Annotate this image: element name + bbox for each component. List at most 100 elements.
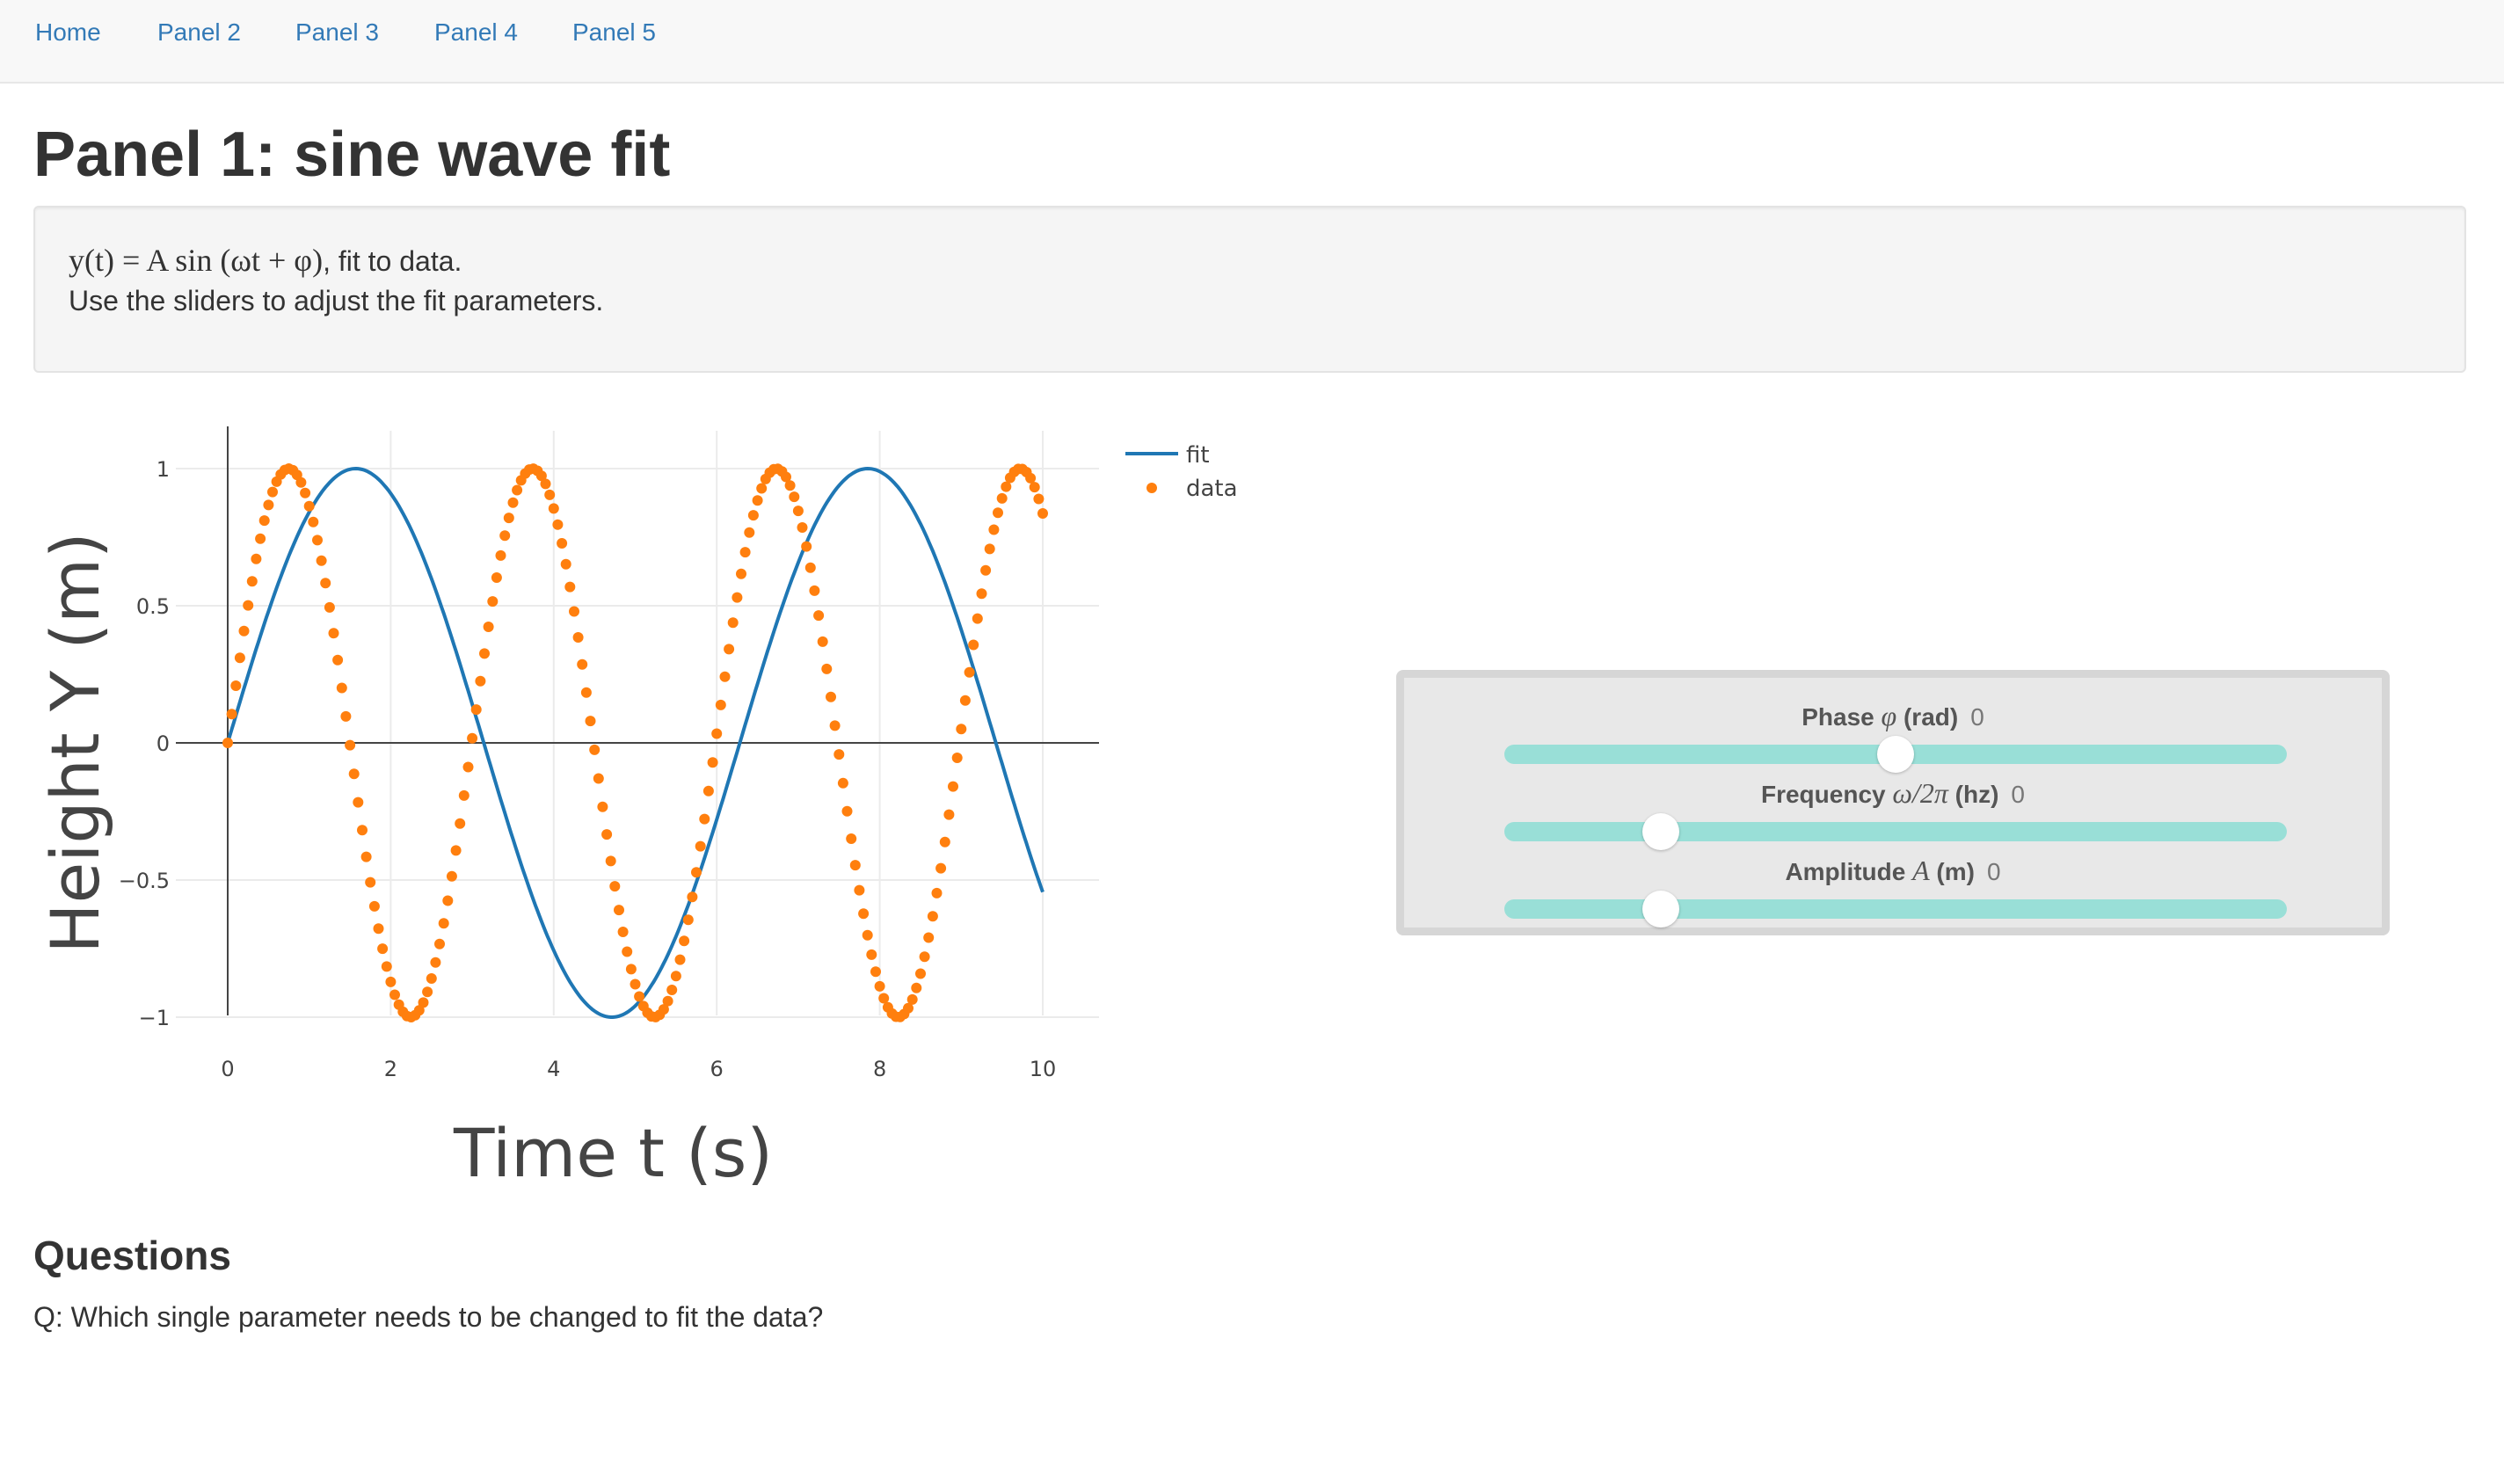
data-point (980, 564, 992, 576)
data-point (328, 628, 339, 639)
data-point (715, 699, 726, 710)
data-point (577, 658, 588, 670)
x-tick-label: 10 (1030, 1057, 1057, 1081)
data-point (442, 895, 454, 906)
data-point (548, 503, 559, 514)
data-point (707, 757, 718, 768)
nav-link-panel-2[interactable]: Panel 2 (157, 18, 241, 47)
data-point (948, 781, 958, 792)
data-point (719, 671, 731, 682)
data-point (617, 927, 629, 937)
data-point (357, 825, 368, 836)
data-point (792, 506, 804, 517)
data-point (841, 805, 853, 817)
data-point (870, 966, 881, 978)
data-point (222, 738, 233, 748)
legend-data-swatch (1146, 483, 1157, 493)
data-point (381, 961, 392, 972)
data-point (833, 749, 845, 760)
data-point (340, 710, 352, 722)
sine-fit-chart[interactable]: 0 2 4 6 8 10 1 0.5 0 −0.5 −1 Time t (s) Height Y (… (0, 387, 1301, 1222)
data-point (1037, 508, 1048, 519)
data-point (295, 476, 307, 488)
data-point (670, 971, 681, 982)
y-tick-label: −1 (139, 1006, 170, 1030)
data-point (426, 973, 437, 984)
x-tick-label: 2 (384, 1057, 397, 1081)
data-point (1033, 493, 1045, 505)
data-point (368, 900, 380, 912)
axes (176, 426, 1099, 1015)
nav-link-panel-3[interactable]: Panel 3 (295, 18, 379, 47)
data-point (817, 636, 828, 647)
question-1: Q: Which single parameter needs to be ch… (33, 1301, 824, 1333)
data-point (687, 891, 698, 903)
amplitude-slider-handle[interactable] (1642, 891, 1679, 928)
data-point (752, 495, 763, 506)
data-point (849, 860, 861, 871)
data-point (267, 486, 278, 498)
data-point (919, 951, 930, 963)
legend[interactable]: fit data (1125, 442, 1238, 502)
data-point (801, 541, 812, 552)
data-point (246, 576, 258, 587)
data-point (702, 785, 714, 797)
data-point (691, 867, 702, 878)
data-point (858, 908, 870, 920)
data-point (324, 601, 335, 613)
frequency-value: 0 (2011, 781, 2025, 808)
data-point (874, 980, 885, 992)
data-point (915, 968, 926, 979)
data-point (569, 606, 579, 617)
data-point (503, 513, 514, 524)
data-point (911, 982, 922, 993)
data-point (727, 617, 739, 629)
amplitude-value: 0 (1986, 858, 2001, 885)
data-point (243, 600, 254, 611)
frequency-label-row: Frequency ω/2π (hz) 0 (1404, 778, 2382, 810)
nav-link-panel-5[interactable]: Panel 5 (572, 18, 656, 47)
data-point (487, 596, 499, 607)
phase-label: Phase φ (rad) (1802, 700, 1959, 731)
nav-link-home[interactable]: Home (35, 18, 101, 47)
data-point (303, 500, 315, 512)
data-point (450, 845, 462, 856)
data-point (854, 884, 865, 896)
data-point (630, 978, 641, 990)
data-point (422, 986, 433, 998)
data-point (389, 989, 400, 1000)
data-point (255, 533, 266, 544)
frequency-slider[interactable] (1504, 813, 2287, 850)
nav-link-panel-4[interactable]: Panel 4 (434, 18, 518, 47)
equation-line: y(t) = A sin (ωt + φ), fit to data. (69, 243, 462, 279)
data-point (430, 957, 441, 968)
y-tick-label: −0.5 (119, 869, 170, 893)
data-point (614, 905, 624, 916)
data-point (483, 622, 494, 632)
data-point (470, 704, 482, 716)
data-point (373, 923, 384, 935)
data-point (943, 809, 955, 820)
phase-slider-handle[interactable] (1877, 736, 1914, 773)
data-point (996, 492, 1008, 504)
data-point (622, 946, 633, 957)
x-axis-title: Time t (s) (453, 1114, 773, 1192)
intro-well: y(t) = A sin (ωt + φ), fit to data. Use … (33, 206, 2466, 373)
data-point (862, 929, 873, 941)
data-point (739, 547, 751, 558)
top-navbar: Home Panel 2 Panel 3 Panel 4 Panel 5 (0, 0, 2504, 84)
amplitude-slider[interactable] (1504, 891, 2287, 928)
data-point (939, 836, 950, 847)
data-point (557, 538, 568, 549)
data-point (662, 995, 673, 1007)
data-point (564, 581, 576, 593)
phase-slider[interactable] (1504, 736, 2287, 773)
x-tick-label: 4 (547, 1057, 560, 1081)
data-point (320, 578, 331, 589)
data-point (348, 768, 360, 780)
y-axis-title: Height Y (m) (36, 532, 114, 953)
legend-fit-label: fit (1186, 442, 1210, 469)
frequency-slider-handle[interactable] (1642, 813, 1679, 850)
data-point (951, 753, 963, 763)
data-point (711, 728, 723, 739)
